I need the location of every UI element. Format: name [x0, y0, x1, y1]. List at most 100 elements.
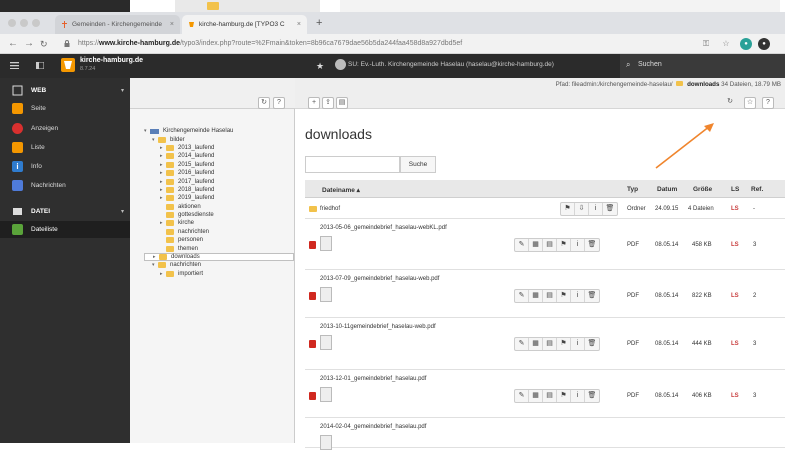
info-icon[interactable]: i [571, 239, 585, 251]
upload-icon[interactable]: ⇪ [322, 97, 334, 109]
module-item-liste[interactable]: Liste [0, 139, 130, 156]
module-item-seite[interactable]: Seite [0, 100, 130, 117]
replace-icon[interactable]: ▦ [529, 390, 543, 402]
menu-toggle-icon[interactable] [10, 62, 19, 69]
module-item-dateiliste[interactable]: Dateiliste [0, 221, 130, 238]
download-icon[interactable]: ⇩ [575, 203, 589, 215]
table-row[interactable] [305, 418, 785, 448]
new-tab-button[interactable]: + [316, 17, 322, 29]
tree-item[interactable]: personen [144, 236, 294, 244]
file-thumbnail[interactable] [320, 236, 332, 251]
delete-icon[interactable]: 🗑 [585, 290, 599, 302]
info-icon[interactable]: ⚑ [561, 203, 575, 215]
tree-item[interactable]: themen [144, 244, 294, 252]
show-icon[interactable]: ⚑ [557, 390, 571, 402]
delete-icon[interactable]: 🗑 [585, 338, 599, 350]
key-icon[interactable]: ⚿ [700, 38, 712, 50]
tree-item[interactable]: gottesdienste [144, 211, 294, 219]
file-name[interactable]: 2013-07-09_gemeindebrief_haselau-web.pdf [320, 276, 439, 282]
extension-icon[interactable]: ● [740, 38, 752, 50]
browser-tab-typo3[interactable]: kirche-hamburg.de [TYPO3 C × [182, 15, 307, 34]
search-button[interactable]: Suche [400, 156, 436, 173]
tree-item[interactable]: aktionen [144, 203, 294, 211]
tree-item[interactable]: ▾ bilder [144, 135, 294, 143]
user-avatar-icon[interactable] [335, 59, 346, 70]
window-minimize-dot[interactable] [20, 19, 28, 27]
show-icon[interactable]: ⚑ [557, 338, 571, 350]
module-group-datei[interactable]: DATEI ▾ [0, 203, 130, 220]
info-icon[interactable]: i [571, 290, 585, 302]
window-close-dot[interactable] [8, 19, 16, 27]
metadata-icon[interactable]: ▤ [543, 290, 557, 302]
file-name[interactable]: 2013-12-01_gemeindebrief_haselau.pdf [320, 376, 426, 382]
tab-close-icon[interactable]: × [297, 21, 301, 28]
column-header-name[interactable]: Dateiname ▴ [322, 186, 360, 194]
show-icon[interactable]: ⚑ [557, 239, 571, 251]
tree-item[interactable]: ▸ 2019_laufend [144, 194, 294, 202]
profile-icon[interactable]: ● [758, 38, 770, 50]
tree-item[interactable]: ▸ 2013_laufend [144, 144, 294, 152]
tree-toggle-icon[interactable] [36, 62, 44, 69]
bookmark-star-icon[interactable]: ☆ [720, 38, 732, 50]
bookmark-star-icon[interactable]: ★ [316, 61, 324, 72]
metadata-icon[interactable]: ▤ [543, 239, 557, 251]
tree-item[interactable]: ▸ downloads [144, 252, 294, 262]
tab-close-icon[interactable]: × [170, 21, 174, 28]
module-item-info[interactable]: i Info [0, 158, 130, 175]
edit-icon[interactable]: ✎ [515, 239, 529, 251]
tree-item[interactable]: ▸ 2014_laufend [144, 152, 294, 160]
tree-root[interactable]: ▾ Kirchengemeinde Haselau [144, 127, 294, 135]
url-field[interactable]: https://www.kirche-hamburg.de/typo3/inde… [78, 37, 718, 51]
site-name[interactable]: kirche-hamburg.de [80, 57, 143, 64]
file-name[interactable]: 2013-05-06_gemeindebrief_haselau-webKL.p… [320, 225, 447, 231]
column-header-date[interactable]: Datum [657, 186, 677, 193]
user-info[interactable]: SU: Ev.-Luth. Kirchengemeinde Haselau (h… [348, 61, 554, 68]
file-name[interactable]: 2014-02-04_gemeindebrief_haselau.pdf [320, 424, 426, 430]
delete-icon[interactable]: 🗑 [603, 203, 617, 215]
file-thumbnail[interactable] [320, 287, 332, 302]
tree-item[interactable]: ▾ nachrichten [144, 261, 294, 269]
window-maximize-dot[interactable] [32, 19, 40, 27]
bookmark-star-icon[interactable]: ☆ [744, 97, 756, 109]
tree-item[interactable]: ▸ 2018_laufend [144, 186, 294, 194]
new-folder-icon[interactable]: + [308, 97, 320, 109]
help-icon[interactable]: ? [762, 97, 774, 109]
edit-icon[interactable]: ✎ [515, 290, 529, 302]
metadata-icon[interactable]: ▤ [543, 390, 557, 402]
browser-tab-gemeinden[interactable]: Gemeinden - Kirchengemeinde × [55, 15, 180, 34]
delete-icon[interactable]: 🗑 [585, 390, 599, 402]
replace-icon[interactable]: ▦ [529, 290, 543, 302]
show-icon[interactable]: ⚑ [557, 290, 571, 302]
refresh-icon[interactable]: ↻ [724, 97, 736, 109]
tree-item[interactable]: nachrichten [144, 228, 294, 236]
folder-name[interactable]: friedhof [320, 206, 340, 212]
help-icon[interactable]: ? [273, 97, 285, 109]
tree-item[interactable]: ▸ 2016_laufend [144, 169, 294, 177]
clipboard-icon[interactable]: ▤ [336, 97, 348, 109]
file-thumbnail[interactable] [320, 335, 332, 350]
info-icon[interactable]: i [571, 338, 585, 350]
edit-icon[interactable]: ✎ [515, 390, 529, 402]
search-input[interactable] [305, 156, 400, 173]
metadata-icon[interactable]: ▤ [543, 338, 557, 350]
info-icon[interactable]: i [571, 390, 585, 402]
column-header-type[interactable]: Typ [627, 186, 638, 193]
column-header-size[interactable]: Größe [693, 186, 712, 193]
module-item-anzeigen[interactable]: Anzeigen [0, 120, 130, 137]
module-group-web[interactable]: WEB ▾ [0, 82, 130, 99]
delete-icon[interactable]: 🗑 [585, 239, 599, 251]
tree-item[interactable]: ▸ 2015_laufend [144, 161, 294, 169]
replace-icon[interactable]: ▦ [529, 239, 543, 251]
back-arrow-icon[interactable]: ← [8, 38, 18, 50]
reload-icon[interactable]: ↻ [40, 38, 48, 50]
tree-item[interactable]: ▸ kirche [144, 219, 294, 227]
refresh-icon[interactable]: ↻ [258, 97, 270, 109]
forward-arrow-icon[interactable]: → [24, 38, 34, 50]
tree-item[interactable]: ▸ 2017_laufend [144, 177, 294, 185]
file-name[interactable]: 2013-10-11gemeindebrief_haselau-web.pdf [320, 324, 436, 330]
replace-icon[interactable]: ▦ [529, 338, 543, 350]
edit-icon[interactable]: ✎ [515, 338, 529, 350]
tree-item[interactable]: ▸ importiert [144, 270, 294, 278]
info-icon[interactable]: i [589, 203, 603, 215]
module-item-nachrichten[interactable]: Nachrichten [0, 177, 130, 194]
